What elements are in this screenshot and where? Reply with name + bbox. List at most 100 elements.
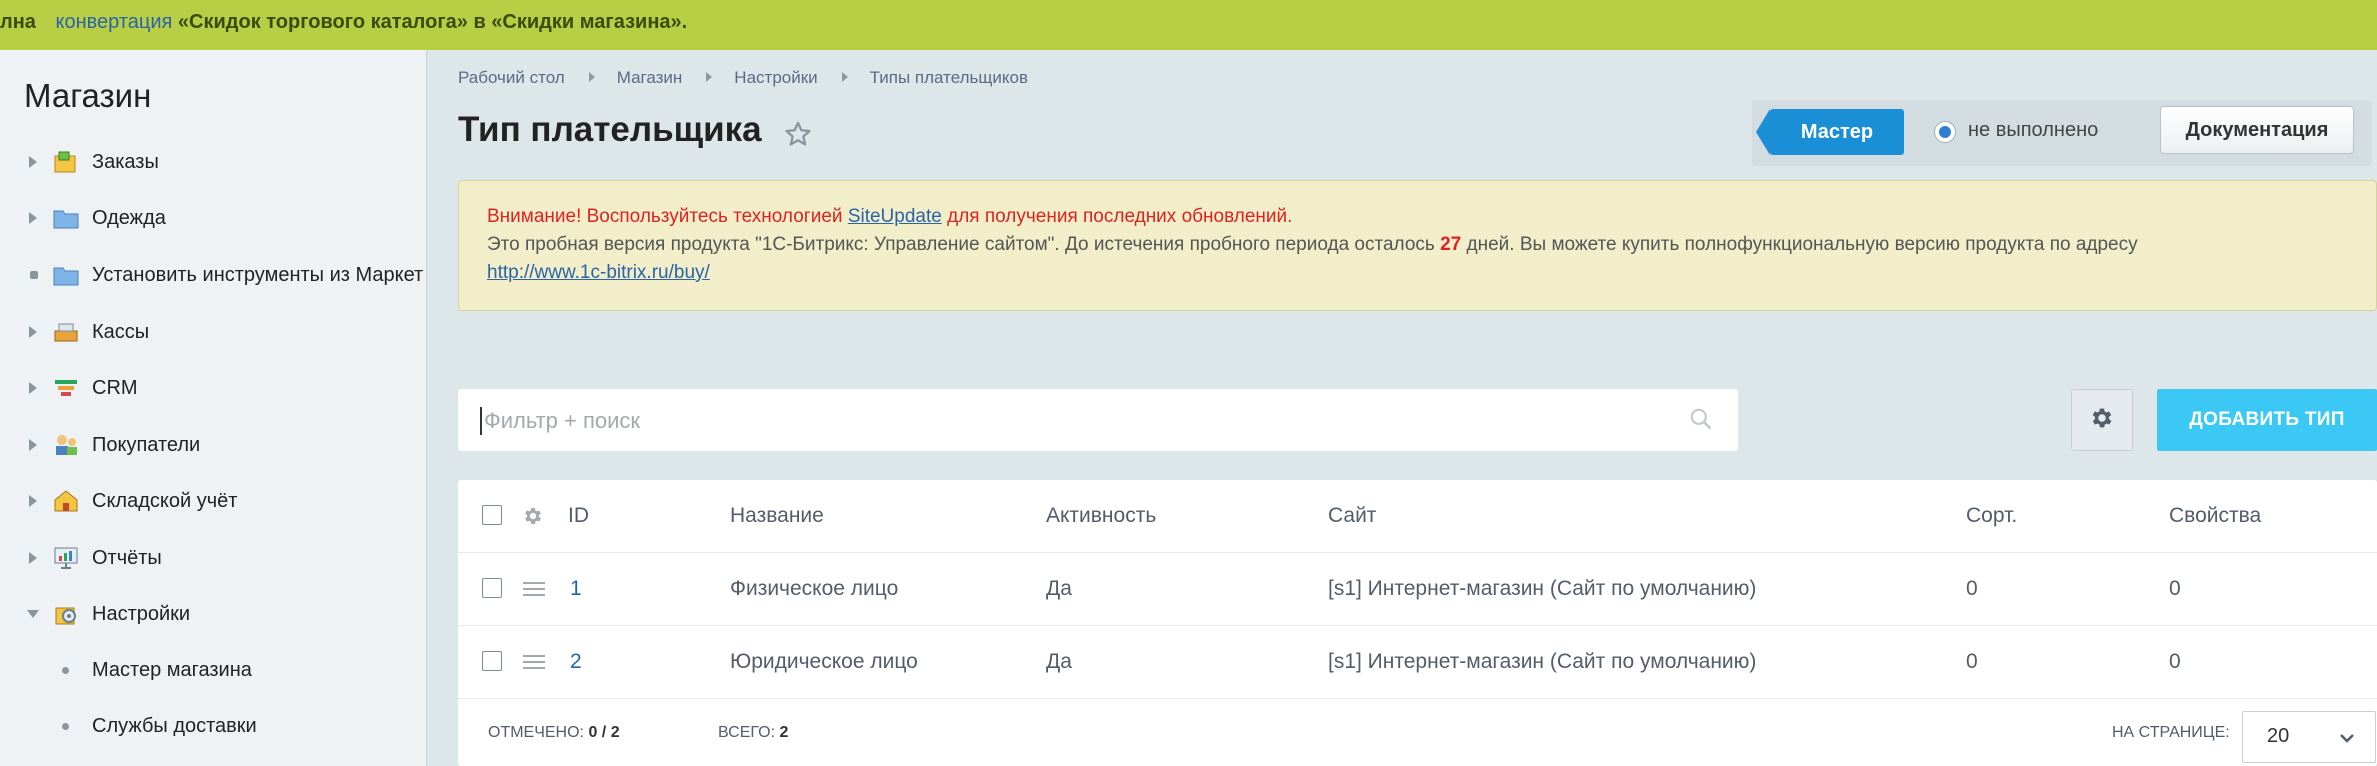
buy-link[interactable]: http://www.1c-bitrix.ru/buy/	[487, 262, 710, 283]
breadcrumb-item[interactable]: Рабочий стол	[458, 68, 565, 87]
expand-arrow-icon[interactable]	[29, 382, 37, 394]
sidebar-item-label: CRM	[92, 376, 138, 399]
column-header-site[interactable]: Сайт	[1328, 480, 1376, 552]
trial-text: Это пробная версия продукта "1С-Битрикс:…	[487, 234, 1435, 255]
breadcrumb-item[interactable]: Настройки	[734, 68, 817, 87]
expand-arrow-icon[interactable]	[29, 326, 37, 338]
star-icon[interactable]	[784, 120, 812, 153]
expand-arrow-icon[interactable]	[29, 212, 37, 224]
sidebar-item-orders[interactable]: Заказы	[0, 142, 426, 182]
bullet-icon	[30, 271, 38, 279]
table-header: ID Название Активность Сайт Сорт. Свойст…	[458, 480, 2377, 553]
payer-types-grid: ID Название Активность Сайт Сорт. Свойст…	[458, 480, 2377, 766]
notification-prefix: лна	[0, 11, 36, 33]
master-button[interactable]: Мастер	[1756, 109, 1904, 155]
notification-link[interactable]: конвертация	[55, 11, 172, 33]
sidebar-item-label: Установить инструменты из Маркет	[92, 263, 424, 286]
customers-icon	[53, 433, 79, 457]
column-header-name[interactable]: Название	[730, 480, 824, 552]
row-site: [s1] Интернет-магазин (Сайт по умолчанию…	[1328, 577, 1757, 600]
total-count: ВСЕГО: 2	[718, 700, 788, 766]
trial-days: 27	[1440, 234, 1462, 255]
row-sort: 0	[1966, 650, 1978, 673]
row-active: Да	[1046, 577, 1072, 600]
sidebar-item-label: Службы доставки	[92, 714, 257, 737]
breadcrumb-item[interactable]: Типы плательщиков	[870, 68, 1028, 87]
row-checkbox[interactable]	[482, 651, 502, 671]
sidebar-item-cash[interactable]: Кассы	[0, 312, 426, 352]
sidebar-item-market-tools[interactable]: Установить инструменты из Маркет	[0, 255, 426, 295]
folder-icon	[53, 263, 79, 287]
selected-label: ОТМЕЧЕНО:	[488, 724, 584, 741]
sidebar-subitem-delivery[interactable]: Службы доставки	[0, 706, 426, 746]
sidebar-title: Магазин	[24, 77, 152, 114]
sidebar-item-label: Одежда	[92, 206, 166, 229]
expand-arrow-icon[interactable]	[29, 495, 37, 507]
notice-warning-suffix: для получения последних обновлений.	[947, 206, 1293, 227]
row-menu-icon[interactable]	[522, 653, 546, 676]
row-props: 0	[2169, 650, 2181, 673]
expand-arrow-icon[interactable]	[29, 439, 37, 451]
expand-arrow-icon[interactable]	[29, 552, 37, 564]
sidebar-item-warehouse[interactable]: Складской учёт	[0, 481, 426, 521]
sidebar-subitem-shop-wizard[interactable]: Мастер магазина	[0, 650, 426, 690]
sidebar-item-settings[interactable]: Настройки	[0, 594, 426, 634]
add-type-button[interactable]: ДОБАВИТЬ ТИП	[2157, 389, 2377, 451]
row-site: [s1] Интернет-магазин (Сайт по умолчанию…	[1328, 650, 1757, 673]
collapse-arrow-icon[interactable]	[27, 610, 39, 618]
cash-register-icon	[53, 320, 79, 344]
row-name: Юридическое лицо	[730, 650, 918, 673]
filter-bar[interactable]	[458, 389, 1738, 451]
page-size-value: 20	[2267, 725, 2290, 747]
page-size-select[interactable]: 20	[2242, 711, 2376, 763]
gear-icon	[2089, 405, 2115, 436]
select-all-checkbox[interactable]	[482, 505, 502, 525]
documentation-button[interactable]: Документация	[2160, 106, 2354, 154]
trial-notice: Внимание! Воспользуйтесь технологией Sit…	[458, 180, 2377, 311]
row-sort: 0	[1966, 577, 1978, 600]
sidebar-item-label: Мастер магазина	[92, 658, 252, 681]
sidebar-item-clothes[interactable]: Одежда	[0, 198, 426, 238]
reports-icon	[53, 546, 79, 570]
sidebar-item-label: Кассы	[92, 320, 150, 343]
settings-icon	[53, 602, 79, 626]
status-indicator-icon	[1934, 121, 1956, 143]
crm-funnel-icon	[53, 376, 79, 400]
table-row[interactable]: 2 Юридическое лицо Да [s1] Интернет-мага…	[458, 626, 2377, 699]
folder-icon	[53, 206, 79, 230]
breadcrumb-separator-icon	[841, 72, 848, 82]
sidebar: Магазин Заказы Одежда Установить инструм…	[0, 50, 427, 766]
sidebar-item-crm[interactable]: CRM	[0, 368, 426, 408]
sidebar-item-reports[interactable]: Отчёты	[0, 538, 426, 578]
selected-value: 0 / 2	[588, 724, 620, 741]
row-name: Физическое лицо	[730, 577, 899, 600]
grid-settings-button[interactable]	[2071, 389, 2133, 451]
search-input[interactable]	[480, 407, 1636, 435]
siteupdate-link[interactable]: SiteUpdate	[848, 206, 942, 227]
breadcrumb: Рабочий стол Магазин Настройки Типы платель…	[458, 68, 1028, 88]
bullet-icon	[62, 666, 69, 674]
column-header-props[interactable]: Свойства	[2169, 480, 2261, 552]
notification-text: «Скидок торгового каталога» в «Скидки ма…	[177, 11, 688, 33]
row-id-link[interactable]: 1	[570, 553, 582, 625]
sidebar-item-customers[interactable]: Покупатели	[0, 425, 426, 465]
chevron-down-icon	[2337, 728, 2357, 754]
column-header-active[interactable]: Активность	[1046, 480, 1156, 552]
expand-arrow-icon[interactable]	[29, 156, 37, 168]
breadcrumb-item[interactable]: Магазин	[617, 68, 683, 87]
notice-warning: Внимание! Воспользуйтесь технологией	[487, 206, 843, 227]
column-header-id[interactable]: ID	[568, 480, 589, 552]
row-id-link[interactable]: 2	[570, 626, 582, 698]
breadcrumb-separator-icon	[706, 72, 713, 82]
total-value: 2	[779, 724, 789, 741]
master-status: не выполнено	[1968, 119, 2099, 141]
grid-footer: ОТМЕЧЕНО: 0 / 2 ВСЕГО: 2 НА СТРАНИЦЕ: 20	[458, 700, 2377, 766]
sidebar-item-label: Отчёты	[92, 546, 162, 569]
sidebar-item-label: Покупатели	[92, 433, 201, 456]
table-row[interactable]: 1 Физическое лицо Да [s1] Интернет-магаз…	[458, 553, 2377, 626]
search-icon[interactable]	[1688, 406, 1714, 437]
row-checkbox[interactable]	[482, 578, 502, 598]
column-header-sort[interactable]: Сорт.	[1966, 480, 2017, 552]
column-settings-icon[interactable]	[522, 505, 544, 532]
row-menu-icon[interactable]	[522, 580, 546, 603]
